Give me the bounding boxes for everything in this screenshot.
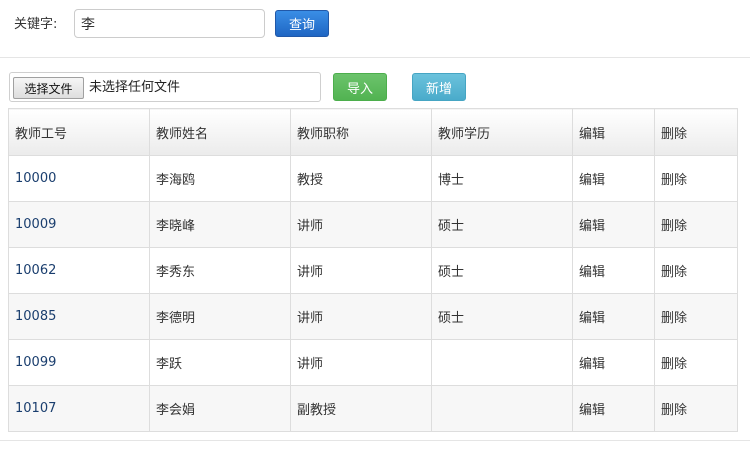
search-bar: 关键字: 查询 <box>0 0 750 58</box>
cell-edit: 编辑 <box>572 293 655 340</box>
cell-teacher-title: 讲师 <box>290 201 432 248</box>
cell-teacher-id: 10000 <box>8 155 150 202</box>
teacher-table: 教师工号 教师姓名 教师职称 教师学历 编辑 删除 10000 李海鸥 教授 博… <box>8 108 738 432</box>
table-row: 10085 李德明 讲师 硕士 编辑 删除 <box>8 293 738 340</box>
cell-teacher-id: 10085 <box>8 293 150 340</box>
cell-teacher-id: 10062 <box>8 247 150 294</box>
table-row: 10062 李秀东 讲师 硕士 编辑 删除 <box>8 247 738 294</box>
edit-link[interactable]: 编辑 <box>579 311 605 326</box>
cell-edit: 编辑 <box>572 201 655 248</box>
header-delete: 删除 <box>654 108 738 156</box>
header-teacher-title: 教师职称 <box>290 108 432 156</box>
cell-teacher-degree: 硕士 <box>431 247 573 294</box>
cell-teacher-title: 讲师 <box>290 293 432 340</box>
choose-file-button[interactable]: 选择文件 <box>13 77 84 99</box>
edit-link[interactable]: 编辑 <box>579 357 605 372</box>
divider <box>0 440 750 441</box>
edit-link[interactable]: 编辑 <box>579 265 605 280</box>
divider <box>0 57 750 58</box>
cell-edit: 编辑 <box>572 155 655 202</box>
keyword-input[interactable] <box>74 9 265 38</box>
edit-link[interactable]: 编辑 <box>579 173 605 188</box>
cell-teacher-id: 10009 <box>8 201 150 248</box>
cell-edit: 编辑 <box>572 247 655 294</box>
cell-teacher-name: 李德明 <box>149 293 291 340</box>
cell-teacher-degree <box>431 385 573 432</box>
table-row: 10009 李晓峰 讲师 硕士 编辑 删除 <box>8 201 738 248</box>
delete-link[interactable]: 删除 <box>661 219 687 234</box>
add-button[interactable]: 新增 <box>412 73 466 101</box>
cell-delete: 删除 <box>654 247 738 294</box>
table-header-row: 教师工号 教师姓名 教师职称 教师学历 编辑 删除 <box>8 108 738 156</box>
header-teacher-name: 教师姓名 <box>149 108 291 156</box>
delete-link[interactable]: 删除 <box>661 403 687 418</box>
delete-link[interactable]: 删除 <box>661 265 687 280</box>
cell-edit: 编辑 <box>572 385 655 432</box>
cell-teacher-title: 讲师 <box>290 247 432 294</box>
cell-teacher-title: 教授 <box>290 155 432 202</box>
cell-teacher-degree: 博士 <box>431 155 573 202</box>
cell-teacher-name: 李跃 <box>149 339 291 386</box>
table-row: 10000 李海鸥 教授 博士 编辑 删除 <box>8 155 738 202</box>
cell-delete: 删除 <box>654 339 738 386</box>
cell-teacher-id: 10107 <box>8 385 150 432</box>
header-edit: 编辑 <box>572 108 655 156</box>
cell-teacher-name: 李秀东 <box>149 247 291 294</box>
query-button[interactable]: 查询 <box>275 10 329 37</box>
cell-teacher-degree <box>431 339 573 386</box>
cell-teacher-name: 李会娟 <box>149 385 291 432</box>
cell-edit: 编辑 <box>572 339 655 386</box>
table-row: 10099 李跃 讲师 编辑 删除 <box>8 339 738 386</box>
header-teacher-id: 教师工号 <box>8 108 150 156</box>
delete-link[interactable]: 删除 <box>661 357 687 372</box>
delete-link[interactable]: 删除 <box>661 173 687 188</box>
cell-teacher-title: 讲师 <box>290 339 432 386</box>
cell-delete: 删除 <box>654 385 738 432</box>
cell-teacher-name: 李海鸥 <box>149 155 291 202</box>
cell-teacher-name: 李晓峰 <box>149 201 291 248</box>
cell-teacher-degree: 硕士 <box>431 201 573 248</box>
table-row: 10107 李会娟 副教授 编辑 删除 <box>8 385 738 432</box>
file-status-text: 未选择任何文件 <box>89 80 181 95</box>
header-teacher-degree: 教师学历 <box>431 108 573 156</box>
import-button[interactable]: 导入 <box>333 73 387 101</box>
cell-teacher-id: 10099 <box>8 339 150 386</box>
cell-delete: 删除 <box>654 201 738 248</box>
cell-teacher-degree: 硕士 <box>431 293 573 340</box>
keyword-label: 关键字: <box>14 17 58 32</box>
edit-link[interactable]: 编辑 <box>579 219 605 234</box>
cell-delete: 删除 <box>654 293 738 340</box>
cell-delete: 删除 <box>654 155 738 202</box>
cell-teacher-title: 副教授 <box>290 385 432 432</box>
file-input[interactable]: 选择文件 未选择任何文件 <box>9 72 321 102</box>
delete-link[interactable]: 删除 <box>661 311 687 326</box>
edit-link[interactable]: 编辑 <box>579 403 605 418</box>
